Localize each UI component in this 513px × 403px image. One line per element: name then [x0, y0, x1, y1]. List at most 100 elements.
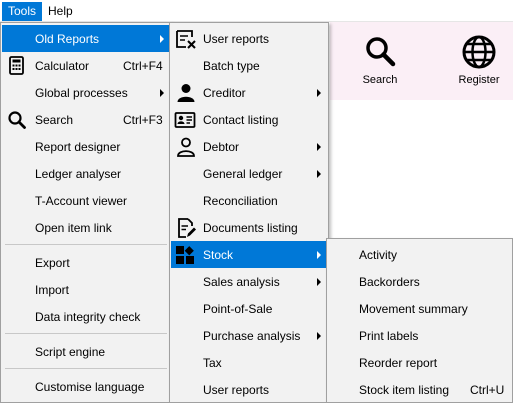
menu-item-label: Export: [35, 256, 70, 270]
menu-item-export[interactable]: Export: [2, 249, 170, 276]
menu-item-documents-listing[interactable]: Documents listing: [171, 214, 327, 241]
document-edit-icon: [178, 218, 196, 238]
search-icon: [366, 37, 396, 67]
menu-item-search[interactable]: Search Ctrl+F3: [2, 106, 170, 133]
menu-item-print-labels[interactable]: Print labels: [328, 322, 511, 349]
menu-item-report-designer[interactable]: Report designer: [2, 133, 170, 160]
tools-menu: Old Reports Calculator Ctrl+F4 Global pr…: [0, 22, 172, 403]
menu-item-sales-analysis[interactable]: Sales analysis: [171, 268, 327, 295]
menu-item-purchase-analysis[interactable]: Purchase analysis: [171, 322, 327, 349]
menu-item-user-reports-2[interactable]: User reports: [171, 376, 327, 403]
menu-item-script-engine[interactable]: Script engine: [2, 338, 170, 365]
menu-item-label: Reconciliation: [203, 194, 278, 208]
menu-separator: [5, 368, 167, 369]
menu-item-label: Sales analysis: [203, 275, 280, 289]
chevron-right-icon: [317, 143, 321, 151]
menu-item-label: Movement summary: [359, 302, 468, 316]
menu-item-shortcut: Ctrl+U: [470, 383, 505, 397]
menu-item-creditor[interactable]: Creditor: [171, 79, 327, 106]
menu-item-old-reports[interactable]: Old Reports: [2, 25, 170, 52]
menu-item-reorder-report[interactable]: Reorder report: [328, 349, 511, 376]
search-toolbar-label: Search: [362, 74, 398, 86]
menu-bar: Tools Help: [0, 0, 513, 22]
menu-item-taccount-viewer[interactable]: T-Account viewer: [2, 187, 170, 214]
menu-item-label: Documents listing: [203, 221, 298, 235]
menu-item-label: Report designer: [35, 140, 121, 154]
report-delete-icon: [176, 30, 196, 49]
old-reports-menu: User reports Batch type Creditor Contact…: [169, 22, 329, 403]
person-icon: [177, 84, 195, 102]
menu-item-reconciliation[interactable]: Reconciliation: [171, 187, 327, 214]
menu-item-movement-summary[interactable]: Movement summary: [328, 295, 511, 322]
chevron-right-icon: [317, 278, 321, 286]
calculator-icon: [9, 56, 24, 75]
chevron-right-icon: [317, 170, 321, 178]
menu-item-label: Open item link: [35, 221, 112, 235]
person-outline-icon: [177, 137, 195, 157]
menu-item-label: Creditor: [203, 86, 246, 100]
menu-item-customise-language[interactable]: Customise language: [2, 373, 170, 400]
menu-item-label: Script engine: [35, 345, 106, 359]
register-toolbar-label: Register: [458, 74, 500, 86]
menu-separator: [5, 333, 167, 334]
menu-item-tax[interactable]: Tax: [171, 349, 327, 376]
menu-item-label: Global processes: [35, 86, 128, 100]
menu-item-shortcut: Ctrl+F3: [123, 113, 163, 127]
menu-item-label: Search: [35, 113, 74, 127]
menu-item-import[interactable]: Import: [2, 276, 170, 303]
chevron-right-icon: [160, 35, 164, 43]
menu-item-label: Reorder report: [359, 356, 438, 370]
menu-separator: [5, 244, 167, 245]
menu-item-global-processes[interactable]: Global processes: [2, 79, 170, 106]
menu-item-label: Data integrity check: [35, 310, 141, 324]
menu-item-batch-type[interactable]: Batch type: [171, 52, 327, 79]
menu-item-label: Batch type: [203, 59, 260, 73]
menu-item-debtor[interactable]: Debtor: [171, 133, 327, 160]
menu-item-label: Backorders: [359, 275, 420, 289]
menu-item-general-ledger[interactable]: General ledger: [171, 160, 327, 187]
menu-item-label: Old Reports: [35, 32, 100, 46]
menu-tools[interactable]: Tools: [2, 2, 43, 21]
search-icon: [8, 111, 26, 129]
search-toolbar-button[interactable]: Search: [350, 30, 410, 96]
menu-item-user-reports[interactable]: User reports: [171, 25, 327, 52]
menu-item-label: User reports: [203, 383, 270, 397]
chevron-right-icon: [317, 251, 321, 259]
menu-item-data-integrity[interactable]: Data integrity check: [2, 303, 170, 330]
menu-item-label: Stock item listing: [359, 383, 450, 397]
menu-item-contact-listing[interactable]: Contact listing: [171, 106, 327, 133]
menu-item-backorders[interactable]: Backorders: [328, 268, 511, 295]
stock-menu: Activity Backorders Movement summary Pri…: [326, 238, 513, 403]
menu-item-label: Print labels: [359, 329, 419, 343]
menu-item-open-item-link[interactable]: Open item link: [2, 214, 170, 241]
chevron-right-icon: [317, 332, 321, 340]
menu-item-label: Stock: [203, 248, 234, 262]
menu-item-label: Contact listing: [203, 113, 279, 127]
chevron-right-icon: [317, 89, 321, 97]
menu-item-label: Activity: [359, 248, 398, 262]
menu-item-label: Purchase analysis: [203, 329, 301, 343]
menu-item-point-of-sale[interactable]: Point-of-Sale: [171, 295, 327, 322]
menu-item-label: Calculator: [35, 59, 90, 73]
register-toolbar-button[interactable]: Register: [449, 30, 509, 96]
menu-item-label: User reports: [203, 32, 270, 46]
menu-item-label: Ledger analyser: [35, 167, 122, 181]
menu-item-calculator[interactable]: Calculator Ctrl+F4: [2, 52, 170, 79]
contact-card-icon: [174, 112, 196, 128]
stock-blocks-icon: [176, 246, 194, 264]
menu-item-label: General ledger: [203, 167, 283, 181]
globe-icon: [462, 35, 496, 69]
menu-item-activity[interactable]: Activity: [328, 241, 511, 268]
menu-item-label: Tax: [203, 356, 222, 370]
menu-item-stock-item-listing[interactable]: Stock item listing Ctrl+U: [328, 376, 511, 403]
menu-item-label: Import: [35, 283, 70, 297]
menu-item-ledger-analyser[interactable]: Ledger analyser: [2, 160, 170, 187]
menu-item-label: Debtor: [203, 140, 240, 154]
menu-help[interactable]: Help: [42, 2, 79, 21]
menu-item-label: Point-of-Sale: [203, 302, 273, 316]
menu-item-label: T-Account viewer: [35, 194, 128, 208]
menu-item-stock[interactable]: Stock: [171, 241, 327, 268]
chevron-right-icon: [160, 89, 164, 97]
menu-item-shortcut: Ctrl+F4: [123, 59, 163, 73]
menu-item-label: Customise language: [35, 380, 145, 394]
